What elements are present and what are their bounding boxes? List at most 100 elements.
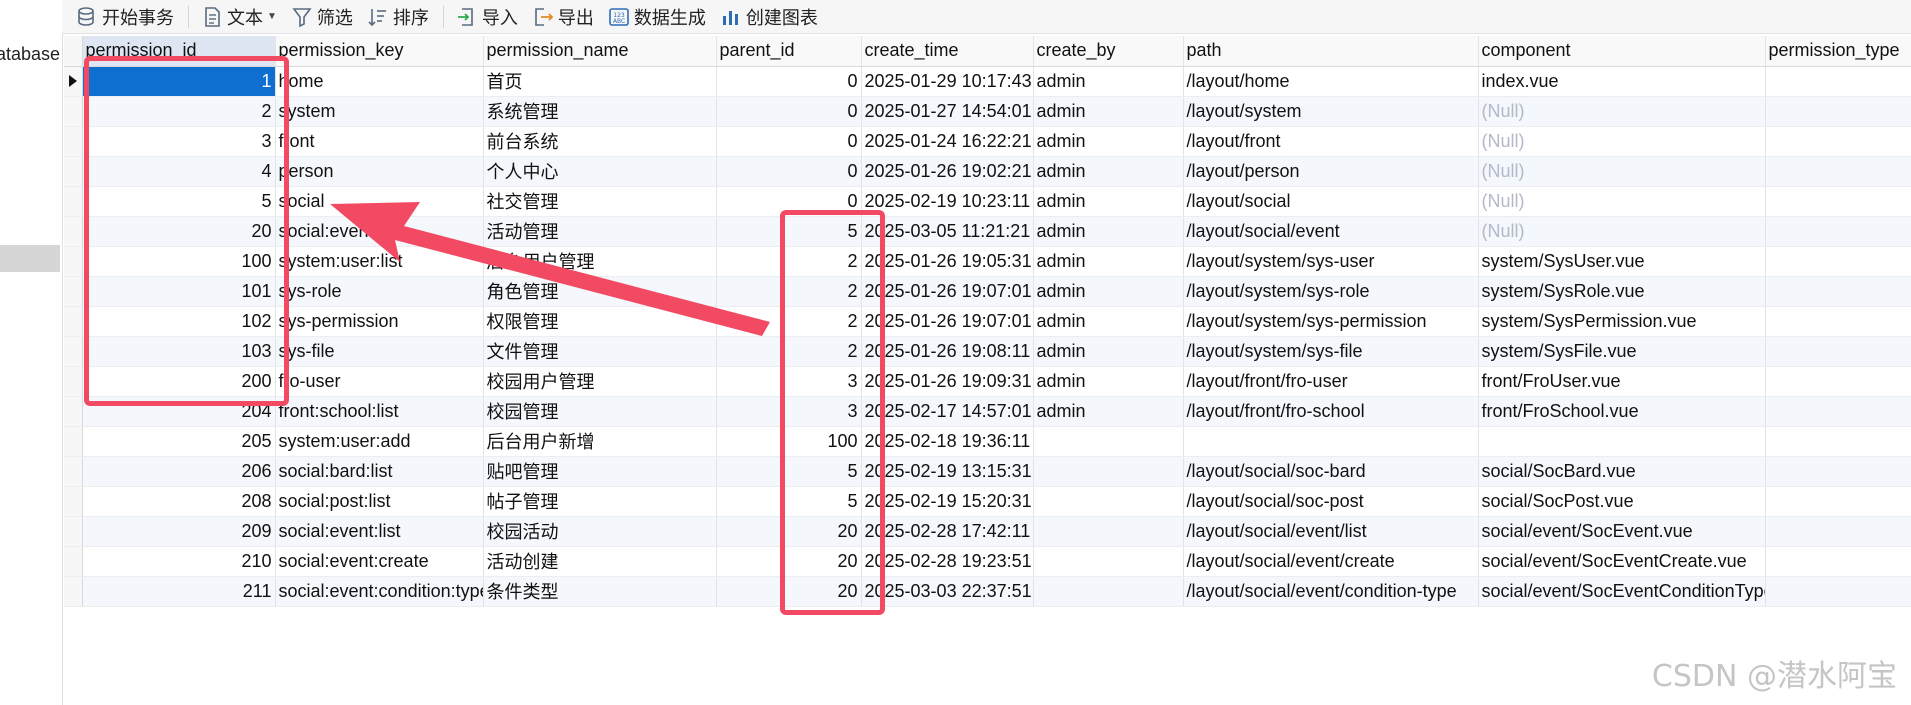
cell-parent-id[interactable]: 20 [716,516,862,547]
cell-permission-name[interactable]: 个人中心 [483,156,717,187]
cell-create-time[interactable]: 2025-01-26 19:07:01 [861,306,1034,337]
cell-create-by[interactable]: admin [1033,366,1184,397]
cell-create-by[interactable]: admin [1033,336,1184,367]
cell-parent-id[interactable]: 3 [716,396,862,427]
cell-permission-type[interactable] [1765,186,1911,217]
table-row[interactable]: 20 social:event 活动管理 5 2025-03-05 11:21:21 ad… [64,216,1911,247]
cell-component[interactable]: system/SysPermission.vue [1478,306,1766,337]
row-indicator[interactable] [64,96,83,127]
cell-permission-name[interactable]: 贴吧管理 [483,456,717,487]
cell-permission-key[interactable]: sys-file [275,336,484,367]
cell-create-time[interactable]: 2025-01-26 19:02:21 [861,156,1034,187]
cell-permission-name[interactable]: 角色管理 [483,276,717,307]
cell-parent-id[interactable]: 2 [716,246,862,277]
cell-permission-type[interactable] [1765,366,1911,397]
cell-permission-name[interactable]: 后台用户新增 [483,426,717,457]
cell-permission-name[interactable]: 活动创建 [483,546,717,577]
cell-permission-key[interactable]: social:event:condition:type [275,576,484,607]
cell-parent-id[interactable]: 0 [716,156,862,187]
cell-permission-id[interactable]: 205 [82,426,276,457]
table-row[interactable]: 102 sys-permission 权限管理 2 2025-01-26 19:07:0… [64,306,1911,337]
column-header-permission-key[interactable]: permission_key [275,36,484,67]
cell-component[interactable]: (Null) [1478,216,1766,247]
row-indicator[interactable] [64,486,83,517]
cell-path[interactable]: /layout/social/event/create [1183,546,1479,577]
cell-permission-id[interactable]: 20 [82,216,276,247]
cell-create-by[interactable] [1033,576,1184,607]
table-row[interactable]: 1 home 首页 0 2025-01-29 10:17:43 admin/layout/… [64,66,1911,97]
cell-permission-key[interactable]: front:school:list [275,396,484,427]
column-header-path[interactable]: path [1183,36,1479,67]
cell-path[interactable]: /layout/system [1183,96,1479,127]
cell-create-by[interactable]: admin [1033,276,1184,307]
cell-permission-key[interactable]: system [275,96,484,127]
cell-create-time[interactable]: 2025-01-26 19:09:31 [861,366,1034,397]
cell-create-time[interactable]: 2025-02-28 19:23:51 [861,546,1034,577]
cell-permission-name[interactable]: 社交管理 [483,186,717,217]
text-view-button[interactable]: 文本 ▼ [195,2,285,32]
cell-permission-key[interactable]: sys-role [275,276,484,307]
row-indicator[interactable] [64,276,83,307]
table-row[interactable]: 4 person 个人中心 0 2025-01-26 19:02:21 admin/lay… [64,156,1911,187]
row-indicator[interactable] [64,396,83,427]
cell-component[interactable]: system/SysUser.vue [1478,246,1766,277]
cell-permission-id[interactable]: 208 [82,486,276,517]
cell-path[interactable]: /layout/system/sys-permission [1183,306,1479,337]
cell-path[interactable]: /layout/social/soc-bard [1183,456,1479,487]
row-indicator[interactable] [64,186,83,217]
cell-permission-type[interactable] [1765,546,1911,577]
table-row[interactable]: 208 social:post:list 帖子管理 5 2025-02-19 15:20… [64,486,1911,517]
cell-permission-id[interactable]: 211 [82,576,276,607]
cell-create-by[interactable]: admin [1033,126,1184,157]
column-header-permission-name[interactable]: permission_name [483,36,717,67]
cell-parent-id[interactable]: 20 [716,576,862,607]
data-generate-button[interactable]: 123 ABC 数据生成 [602,2,714,32]
cell-create-by[interactable]: admin [1033,396,1184,427]
column-header-permission-type[interactable]: permission_type [1765,36,1911,67]
cell-create-time[interactable]: 2025-03-03 22:37:51 [861,576,1034,607]
cell-create-by[interactable]: admin [1033,306,1184,337]
cell-create-time[interactable]: 2025-02-28 17:42:11 [861,516,1034,547]
cell-permission-key[interactable]: sys-permission [275,306,484,337]
cell-create-by[interactable] [1033,546,1184,577]
cell-path[interactable]: /layout/front [1183,126,1479,157]
cell-path[interactable]: /layout/system/sys-user [1183,246,1479,277]
cell-create-by[interactable] [1033,486,1184,517]
cell-component[interactable]: (Null) [1478,156,1766,187]
cell-create-time[interactable]: 2025-02-17 14:57:01 [861,396,1034,427]
cell-component[interactable]: social/event/SocEventConditionType.vue [1478,576,1766,607]
cell-component[interactable]: social/event/SocEventCreate.vue [1478,546,1766,577]
cell-permission-key[interactable]: system:user:add [275,426,484,457]
cell-permission-key[interactable]: system:user:list [275,246,484,277]
cell-component[interactable]: front/FroSchool.vue [1478,396,1766,427]
cell-create-time[interactable]: 2025-03-05 11:21:21 [861,216,1034,247]
row-indicator[interactable] [64,156,83,187]
cell-permission-id[interactable]: 102 [82,306,276,337]
column-header-permission-id[interactable]: permission_id [82,36,276,67]
cell-parent-id[interactable]: 5 [716,486,862,517]
table-row[interactable]: 205 system:user:add 后台用户新增 100 2025-02-18 19… [64,426,1911,457]
row-indicator[interactable] [64,426,83,457]
row-indicator[interactable] [64,126,83,157]
cell-permission-id[interactable]: 1 [82,66,276,97]
cell-permission-name[interactable]: 校园用户管理 [483,366,717,397]
cell-permission-key[interactable]: fro-user [275,366,484,397]
cell-permission-key[interactable]: social:bard:list [275,456,484,487]
cell-permission-name[interactable]: 条件类型 [483,576,717,607]
cell-permission-key[interactable]: social [275,186,484,217]
cell-create-time[interactable]: 2025-01-27 14:54:01 [861,96,1034,127]
column-header-component[interactable]: component [1478,36,1766,67]
navigator-database-label[interactable]: atabase [0,44,60,65]
navigator-selected-item[interactable] [0,245,60,272]
cell-permission-type[interactable] [1765,66,1911,97]
row-indicator[interactable] [64,546,83,577]
cell-path[interactable]: /layout/home [1183,66,1479,97]
cell-path[interactable]: /layout/social/event [1183,216,1479,247]
cell-permission-id[interactable]: 3 [82,126,276,157]
row-indicator[interactable] [64,366,83,397]
cell-permission-type[interactable] [1765,336,1911,367]
cell-permission-type[interactable] [1765,246,1911,277]
table-row[interactable]: 2 system 系统管理 0 2025-01-27 14:54:01 admin/lay… [64,96,1911,127]
cell-parent-id[interactable]: 20 [716,546,862,577]
column-header-create-time[interactable]: create_time [861,36,1034,67]
